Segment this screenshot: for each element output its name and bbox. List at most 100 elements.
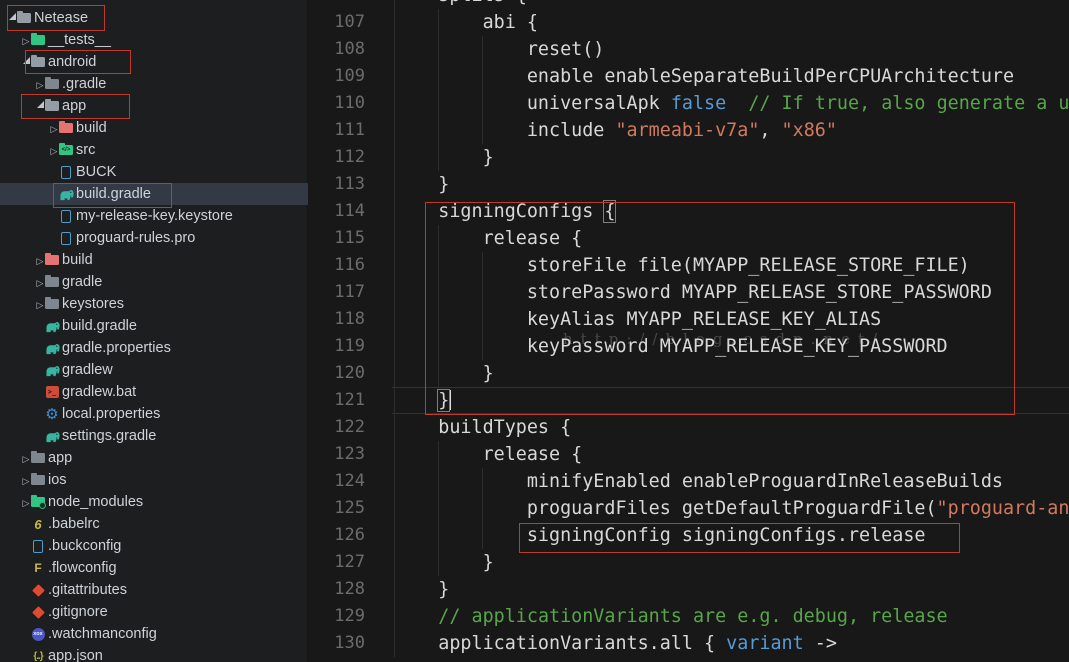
folder-icon — [31, 32, 45, 48]
tree-item-gitattributes[interactable]: .gitattributes — [0, 579, 308, 601]
tree-item-label: node_modules — [48, 494, 144, 510]
expanded-twistie-icon[interactable] — [7, 10, 17, 26]
tree-item-label: app.json — [48, 648, 103, 662]
tree-item-label: build.gradle — [62, 318, 137, 334]
code-line-113[interactable]: 113 } — [308, 170, 1069, 198]
code-line-126[interactable]: 126 signingConfig signingConfigs.release — [308, 521, 1069, 549]
code-line-124[interactable]: 124 minifyEnabled enableProguardInReleas… — [308, 467, 1069, 495]
code-line-122[interactable]: 122 buildTypes { — [308, 413, 1069, 441]
tree-item-label: settings.gradle — [62, 428, 157, 444]
code-line-106[interactable]: 106 splits { — [308, 0, 1069, 9]
code-line-125[interactable]: 125 proguardFiles getDefaultProguardFile… — [308, 494, 1069, 522]
code-line-110[interactable]: 110 universalApk false // If true, also … — [308, 89, 1069, 117]
code-line-text: include "armeabi-v7a", "x86" — [394, 119, 837, 141]
tree-item-babelrc[interactable]: 6 .babelrc — [0, 513, 308, 535]
tree-item-node-modules[interactable]: ▷ node_modules — [0, 491, 308, 513]
tree-item-buck[interactable]: BUCK — [0, 161, 308, 183]
code-line-text: signingConfigs { — [394, 199, 617, 223]
code-line-128[interactable]: 128 } — [308, 575, 1069, 603]
tree-item-buckconfig[interactable]: .buckconfig — [0, 535, 308, 557]
tree-item-tests[interactable]: ▷ __tests__ — [0, 29, 308, 51]
code-editor-pane[interactable]: 106 splits {107 abi {108 reset()109 enab… — [308, 0, 1069, 662]
collapsed-twistie-icon[interactable]: ▷ — [35, 274, 45, 290]
tree-item-gradle-properties[interactable]: gradle.properties — [0, 337, 308, 359]
tree-item-app-json[interactable]: {..} app.json — [0, 645, 308, 662]
text-cursor — [449, 389, 452, 410]
tree-item-label: build — [76, 120, 107, 136]
tree-item-label: ios — [48, 472, 67, 488]
tree-item-watchmanconfig[interactable]: xox .watchmanconfig — [0, 623, 308, 645]
tree-item-flowconfig[interactable]: F .flowconfig — [0, 557, 308, 579]
expanded-twistie-icon[interactable] — [35, 98, 45, 114]
collapsed-twistie-icon[interactable]: ▷ — [35, 76, 45, 92]
file-icon — [59, 208, 73, 224]
gradle-elephant-icon — [45, 362, 60, 378]
tree-item-label: proguard-rules.pro — [76, 230, 196, 246]
tree-item-ios[interactable]: ▷ ios — [0, 469, 308, 491]
tree-item-local-properties[interactable]: ⚙ local.properties — [0, 403, 308, 425]
code-line-127[interactable]: 127 } — [308, 548, 1069, 576]
code-line-text: universalApk false // If true, also gene… — [394, 92, 1069, 114]
collapsed-twistie-icon[interactable]: ▷ — [49, 142, 59, 158]
tree-item-netease[interactable]: Netease — [0, 7, 308, 29]
code-line-text: } — [437, 388, 452, 412]
line-number: 121 — [334, 389, 365, 410]
tree-item-gradlew-bat[interactable]: >_ gradlew.bat — [0, 381, 308, 403]
code-folder-icon: </> — [59, 142, 73, 158]
tree-item-build[interactable]: ▷ build — [0, 117, 308, 139]
code-line-129[interactable]: 129 // applicationVariants are e.g. debu… — [308, 602, 1069, 630]
tree-item-build[interactable]: ▷ build — [0, 249, 308, 271]
code-line-130[interactable]: 130 applicationVariants.all { variant -> — [308, 629, 1069, 657]
tree-item-gradle[interactable]: ▷ .gradle — [0, 73, 308, 95]
tree-item-build-gradle[interactable]: build.gradle — [0, 183, 308, 205]
code-line-118[interactable]: 118 keyAlias MYAPP_RELEASE_KEY_ALIAS — [308, 305, 1069, 333]
tree-item-my-release-key-keystore[interactable]: my-release-key.keystore — [0, 205, 308, 227]
tree-item-src[interactable]: ▷ </> src — [0, 139, 308, 161]
open-folder-icon — [45, 98, 59, 114]
code-line-117[interactable]: 117 storePassword MYAPP_RELEASE_STORE_PA… — [308, 278, 1069, 306]
tree-item-gradle[interactable]: ▷ gradle — [0, 271, 308, 293]
tree-item-app[interactable]: ▷ app — [0, 447, 308, 469]
code-line-111[interactable]: 111 include "armeabi-v7a", "x86" — [308, 116, 1069, 144]
code-line-112[interactable]: 112 } — [308, 143, 1069, 171]
expanded-twistie-icon[interactable] — [21, 54, 31, 70]
file-icon — [59, 164, 73, 180]
line-number: 115 — [334, 227, 365, 248]
open-folder-icon — [17, 10, 31, 26]
collapsed-twistie-icon[interactable]: ▷ — [21, 450, 31, 466]
code-line-120[interactable]: 120 } — [308, 359, 1069, 387]
code-editor-window: Netease ▷ __tests__ android ▷ .gradle app ▷ buil… — [0, 0, 1069, 662]
collapsed-twistie-icon[interactable]: ▷ — [35, 252, 45, 268]
code-line-123[interactable]: 123 release { — [308, 440, 1069, 468]
babel-icon: 6 — [34, 516, 42, 532]
code-line-114[interactable]: 114 signingConfigs { — [308, 197, 1069, 225]
collapsed-twistie-icon[interactable]: ▷ — [21, 32, 31, 48]
code-line-108[interactable]: 108 reset() — [308, 35, 1069, 63]
tree-item-gitignore[interactable]: .gitignore — [0, 601, 308, 623]
tree-item-label: Netease — [34, 10, 89, 26]
tree-item-proguard-rules-pro[interactable]: proguard-rules.pro — [0, 227, 308, 249]
folder-icon — [31, 472, 45, 488]
tree-item-app[interactable]: app — [0, 95, 308, 117]
collapsed-twistie-icon[interactable]: ▷ — [21, 494, 31, 510]
tree-item-build-gradle[interactable]: build.gradle — [0, 315, 308, 337]
line-number: 110 — [334, 92, 365, 113]
collapsed-twistie-icon[interactable]: ▷ — [49, 120, 59, 136]
tree-item-settings-gradle[interactable]: settings.gradle — [0, 425, 308, 447]
collapsed-twistie-icon[interactable]: ▷ — [21, 472, 31, 488]
collapsed-twistie-icon[interactable]: ▷ — [35, 296, 45, 312]
file-icon — [31, 538, 45, 554]
code-line-107[interactable]: 107 abi { — [308, 8, 1069, 36]
tree-item-gradlew[interactable]: gradlew — [0, 359, 308, 381]
tree-item-keystores[interactable]: ▷ keystores — [0, 293, 308, 315]
tree-item-android[interactable]: android — [0, 51, 308, 73]
code-line-115[interactable]: 115 release { — [308, 224, 1069, 252]
code-line-121[interactable]: 121 } — [308, 386, 1069, 414]
code-line-109[interactable]: 109 enable enableSeparateBuildPerCPUArch… — [308, 62, 1069, 90]
code-line-text: storeFile file(MYAPP_RELEASE_STORE_FILE) — [394, 254, 970, 276]
code-line-text: buildTypes { — [394, 416, 572, 438]
code-line-116[interactable]: 116 storeFile file(MYAPP_RELEASE_STORE_F… — [308, 251, 1069, 279]
tree-item-label: .flowconfig — [48, 560, 117, 576]
tree-item-label: keystores — [62, 296, 125, 312]
tree-item-label: app — [62, 98, 87, 114]
